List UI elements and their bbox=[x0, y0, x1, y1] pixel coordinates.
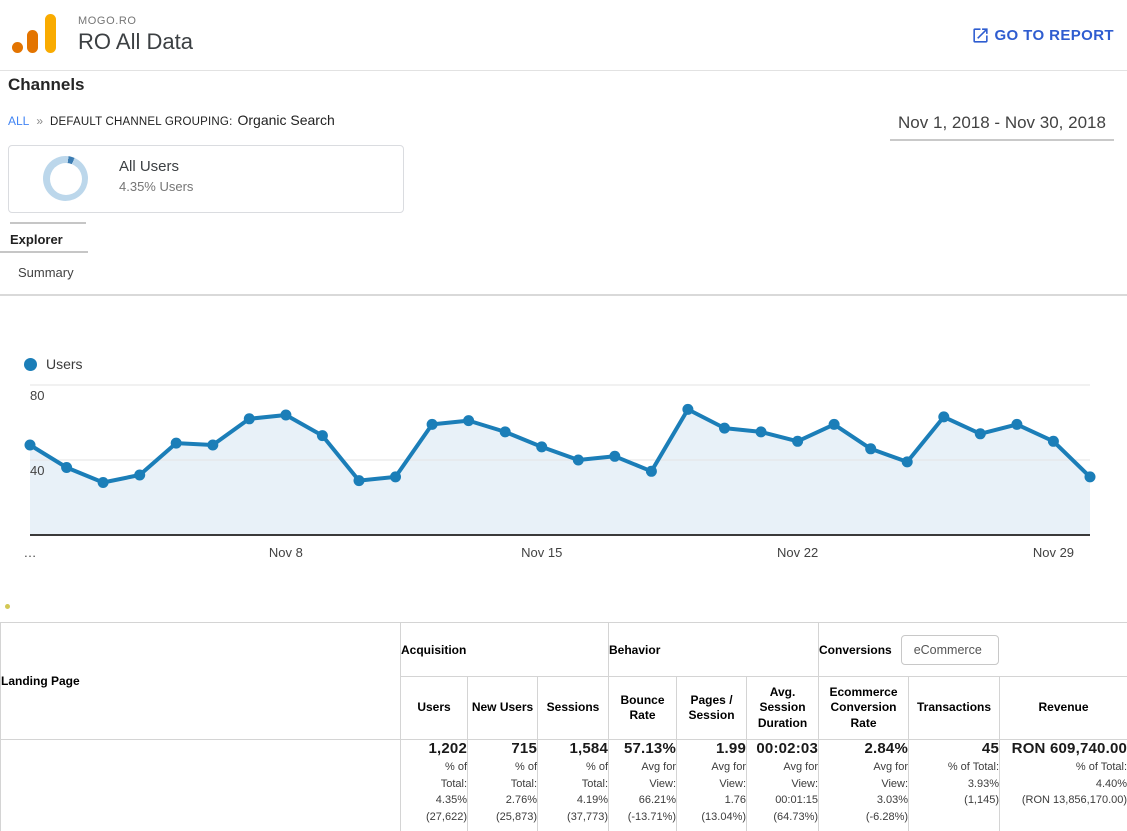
column-header-sessions[interactable]: Sessions bbox=[538, 677, 609, 740]
ga-report-page: MOGO.RO RO All Data GO TO REPORT Channel… bbox=[0, 0, 1127, 831]
users-line-chart: 40 80 … Nov 8 Nov 15 Nov 22 Nov 29 bbox=[0, 340, 1127, 575]
svg-text:Nov 29: Nov 29 bbox=[1033, 545, 1074, 560]
stray-pixel-artifact bbox=[5, 604, 10, 609]
svg-text:80: 80 bbox=[30, 388, 44, 403]
column-header-avg-session-duration[interactable]: Avg. Session Duration bbox=[747, 677, 819, 740]
google-analytics-logo-icon bbox=[12, 13, 56, 53]
account-name: MOGO.RO bbox=[78, 15, 137, 27]
breadcrumb-dimension-value: Organic Search bbox=[237, 112, 334, 128]
svg-text:…: … bbox=[24, 545, 37, 560]
go-to-report-label: GO TO REPORT bbox=[994, 27, 1114, 44]
page-title: Channels bbox=[8, 75, 85, 95]
total-avg-session-duration-cell: 00:02:03 Avg for View: 00:01:15 (64.73%) bbox=[747, 740, 819, 831]
view-name: RO All Data bbox=[78, 29, 193, 55]
total-revenue-cell: RON 609,740.00 % of Total: 4.40% (RON 13… bbox=[1000, 740, 1127, 831]
total-sessions-cell: 1,584 % of Total: 4.19% (37,773) bbox=[538, 740, 609, 831]
breadcrumb: ALL » DEFAULT CHANNEL GROUPING: Organic … bbox=[8, 112, 335, 128]
tab-summary[interactable]: Summary bbox=[18, 265, 74, 280]
breadcrumb-dimension-label: DEFAULT CHANNEL GROUPING: bbox=[50, 116, 232, 128]
column-header-revenue[interactable]: Revenue bbox=[1000, 677, 1127, 740]
column-header-ecommerce-conversion-rate[interactable]: Ecommerce Conversion Rate bbox=[819, 677, 909, 740]
svg-text:40: 40 bbox=[30, 463, 44, 478]
column-header-landing-page: Landing Page bbox=[1, 623, 401, 740]
column-header-new-users[interactable]: New Users bbox=[468, 677, 538, 740]
total-new-users-cell: 715 % of Total: 2.76% (25,873) bbox=[468, 740, 538, 831]
group-header-acquisition: Acquisition bbox=[401, 623, 609, 677]
tab-explorer-underline bbox=[0, 251, 88, 253]
open-in-new-icon bbox=[971, 26, 990, 45]
breadcrumb-all-link[interactable]: ALL bbox=[8, 114, 29, 128]
svg-text:Nov 15: Nov 15 bbox=[521, 545, 562, 560]
segment-subtitle: 4.35% Users bbox=[119, 179, 193, 194]
header-divider bbox=[0, 70, 1127, 71]
total-users-cell: 1,202 % of Total: 4.35% (27,622) bbox=[401, 740, 468, 831]
tab-explorer[interactable]: Explorer bbox=[10, 222, 86, 251]
column-header-bounce-rate[interactable]: Bounce Rate bbox=[609, 677, 677, 740]
group-header-conversions: Conversions eCommerce bbox=[819, 623, 1127, 677]
section-divider bbox=[0, 294, 1127, 296]
go-to-report-link[interactable]: GO TO REPORT bbox=[971, 26, 1114, 45]
totals-row: 1,202 % of Total: 4.35% (27,622) 715 % o… bbox=[1, 740, 1127, 831]
column-header-pages-session[interactable]: Pages / Session bbox=[677, 677, 747, 740]
date-range-text: Nov 1, 2018 - Nov 30, 2018 bbox=[890, 113, 1114, 133]
conversions-type-dropdown[interactable]: eCommerce bbox=[901, 635, 999, 665]
segment-donut-chart bbox=[43, 156, 88, 201]
date-range-selector[interactable]: Nov 1, 2018 - Nov 30, 2018 bbox=[890, 113, 1114, 141]
breadcrumb-separator: » bbox=[36, 114, 43, 128]
conversions-label: Conversions bbox=[819, 643, 892, 657]
top-bar: MOGO.RO RO All Data GO TO REPORT bbox=[0, 0, 1127, 70]
date-range-underline bbox=[890, 139, 1114, 141]
total-bounce-rate-cell: 57.13% Avg for View: 66.21% (-13.71%) bbox=[609, 740, 677, 831]
line-chart-svg: 40 80 … Nov 8 Nov 15 Nov 22 Nov 29 bbox=[0, 340, 1127, 575]
landing-page-metrics-table: Landing Page Acquisition Behavior Conver… bbox=[0, 622, 1127, 831]
segment-card-all-users[interactable]: All Users 4.35% Users bbox=[8, 145, 404, 213]
total-transactions-cell: 45 % of Total: 3.93% (1,145) bbox=[909, 740, 1000, 831]
total-pages-session-cell: 1.99 Avg for View: 1.76 (13.04%) bbox=[677, 740, 747, 831]
segment-title: All Users bbox=[119, 158, 179, 175]
column-header-transactions[interactable]: Transactions bbox=[909, 677, 1000, 740]
svg-text:Nov 22: Nov 22 bbox=[777, 545, 818, 560]
column-header-users[interactable]: Users bbox=[401, 677, 468, 740]
svg-text:Nov 8: Nov 8 bbox=[269, 545, 303, 560]
totals-row-dimension-cell bbox=[1, 740, 401, 831]
group-header-behavior: Behavior bbox=[609, 623, 819, 677]
total-ecommerce-conversion-rate-cell: 2.84% Avg for View: 3.03% (-6.28%) bbox=[819, 740, 909, 831]
